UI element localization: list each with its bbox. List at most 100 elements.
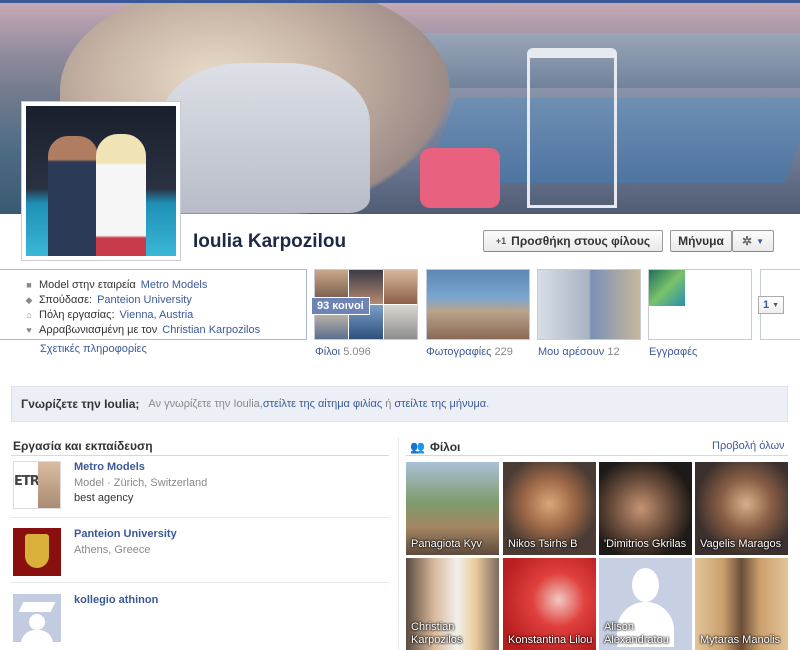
see-all-friends-link[interactable]: Προβολή όλων <box>712 440 785 452</box>
chevron-down-icon: ▼ <box>756 236 764 246</box>
education-item-divider <box>11 582 389 583</box>
work-item: ETRO Metro Models Model · Zürich, Switze… <box>11 461 389 524</box>
briefcase-icon: ■ <box>26 279 32 290</box>
education-item-title[interactable]: Panteion University <box>74 528 177 540</box>
work-item-title[interactable]: Metro Models <box>74 461 145 473</box>
photos-label[interactable]: Φωτογραφίες <box>426 346 491 358</box>
heart-icon: ♥ <box>26 324 32 335</box>
education-item-title[interactable]: kollegio athinon <box>74 594 158 606</box>
friend-name: Mytaras Manolis <box>700 634 781 646</box>
profile-picture-man <box>48 136 98 256</box>
info-row-link[interactable]: Christian Karpozilos <box>162 324 260 336</box>
friend-name: Christian Karpozilos <box>411 621 463 646</box>
friend-card[interactable]: Konstantina Lilou <box>503 558 596 650</box>
info-row-text: Σπούδασε: <box>39 293 93 306</box>
notes-thumbnail <box>649 270 685 306</box>
education-item-subtitle: Athens, Greece <box>74 544 151 556</box>
cover-lantern <box>527 48 617 208</box>
send-friend-request-link[interactable]: στείλτε της αίτημα φιλίας <box>263 398 382 410</box>
know-person-bar: Γνωρίζετε την Ioulia; Αν γνωρίζετε την I… <box>11 386 788 422</box>
profile-picture-image <box>26 106 176 256</box>
friend-card[interactable]: Alison Alexandratou <box>599 558 692 650</box>
info-row-link[interactable]: Metro Models <box>141 279 208 291</box>
more-tiles-select[interactable]: 1 ▼ <box>758 296 784 314</box>
info-row-relationship: ♥ Αρραβωνιασμένη με τον Christian Karpoz… <box>24 322 306 337</box>
add-friend-label: Προσθήκη στους φίλους <box>511 234 651 248</box>
friends-section-title: Φίλοι <box>430 440 461 454</box>
work-item-divider <box>11 517 389 518</box>
work-education-divider <box>11 455 389 456</box>
graduate-placeholder-icon[interactable] <box>13 594 61 642</box>
profile-name[interactable]: Ioulia Karpozilou <box>193 231 346 253</box>
friend-card[interactable]: Vagelis Maragos <box>695 462 788 555</box>
friend-name: 'Dimitrios Gkrilas <box>604 538 687 550</box>
notes-tile[interactable] <box>648 269 752 340</box>
info-row-text: Model στην εταιρεία <box>39 278 136 291</box>
home-icon: ⌂ <box>26 309 32 320</box>
info-row-link[interactable]: Vienna, Austria <box>120 309 194 321</box>
likes-label[interactable]: Μου αρέσουν <box>538 346 604 358</box>
info-row-link[interactable]: Panteion University <box>97 294 192 306</box>
info-row-text: Αρραβωνιασμένη με τον <box>39 323 158 336</box>
friend-name: Vagelis Maragos <box>700 538 782 550</box>
know-question: Γνωρίζετε την Ioulia; <box>21 397 140 411</box>
likes-tile[interactable] <box>537 269 641 340</box>
add-friend-button[interactable]: +1 Προσθήκη στους φίλους <box>483 230 663 252</box>
friend-card[interactable]: Christian Karpozilos <box>406 558 499 650</box>
friend-name: Panagiota Kyv <box>411 538 482 550</box>
metro-models-logo-face <box>38 462 60 508</box>
friends-tile-label[interactable]: Φίλοι 5.096 <box>315 346 371 358</box>
likes-tile-label[interactable]: Μου αρέσουν 12 <box>538 346 620 358</box>
profile-picture[interactable] <box>21 101 181 261</box>
education-item: kollegio athinon <box>11 594 389 650</box>
send-message-link[interactable]: στείλτε της μήνυμα <box>394 398 486 410</box>
info-row-text: Πόλη εργασίας: <box>39 308 115 321</box>
metro-models-logo[interactable]: ETRO <box>13 461 61 509</box>
notes-label[interactable]: Εγγραφές <box>649 346 697 358</box>
cover-shorts <box>420 148 500 208</box>
profile-picture-woman <box>96 134 146 256</box>
default-avatar-icon <box>632 568 659 602</box>
friends-icon: 👥 <box>410 440 425 454</box>
info-row-work: ■ Model στην εταιρεία Metro Models <box>24 277 306 292</box>
message-label: Μήνυμα <box>678 234 724 248</box>
settings-dropdown-button[interactable]: ✲ ▼ <box>732 230 774 252</box>
friends-count: 5.096 <box>343 346 371 358</box>
placeholder-head <box>29 614 45 630</box>
photos-tile-label[interactable]: Φωτογραφίες 229 <box>426 346 513 358</box>
know-text-mid: ή <box>382 398 395 410</box>
gear-icon: ✲ <box>742 234 753 248</box>
panteion-logo[interactable] <box>13 528 61 576</box>
friends-divider <box>406 455 788 456</box>
know-text-end: . <box>486 398 490 410</box>
know-text-pre: Αν γνωρίζετε την Ioulia, <box>148 398 263 410</box>
friend-card[interactable]: Nikos Tsirhs B <box>503 462 596 555</box>
work-item-description: best agency <box>74 492 134 504</box>
message-button[interactable]: Μήνυμα <box>670 230 732 252</box>
mutual-friends-badge[interactable]: 93 κοινοί <box>311 297 370 315</box>
friend-card[interactable]: Mytaras Manolis <box>695 558 788 650</box>
photos-tile[interactable] <box>426 269 530 340</box>
friend-name: Alison Alexandratou <box>604 621 669 646</box>
photos-count: 229 <box>494 346 513 358</box>
info-row-education: ◆ Σπούδασε: Panteion University <box>24 292 306 307</box>
chevron-down-icon: ▼ <box>772 301 780 309</box>
notes-tile-label[interactable]: Εγγραφές <box>649 346 697 358</box>
friend-name: Konstantina Lilou <box>508 634 593 646</box>
friend-card[interactable]: 'Dimitrios Gkrilas <box>599 462 692 555</box>
panteion-shield-icon <box>25 534 49 568</box>
profile-info-box: ■ Model στην εταιρεία Metro Models ◆ Σπο… <box>0 269 307 340</box>
cover-shirt <box>160 63 370 213</box>
work-item-subtitle: Model · Zürich, Switzerland <box>74 477 208 489</box>
likes-count: 12 <box>607 346 620 358</box>
add-friend-icon: +1 <box>495 236 507 246</box>
about-link[interactable]: Σχετικές πληροφορίες <box>40 343 147 355</box>
friend-name: Nikos Tsirhs B <box>508 538 578 550</box>
friends-label[interactable]: Φίλοι <box>315 346 340 358</box>
column-divider <box>398 437 399 650</box>
placeholder-body <box>21 630 53 642</box>
friends-section-header: 👥 Φίλοι <box>410 440 460 454</box>
friend-card[interactable]: Panagiota Kyv <box>406 462 499 555</box>
work-education-title: Εργασία και εκπαίδευση <box>13 439 153 453</box>
friend-thumbnail <box>383 305 417 339</box>
